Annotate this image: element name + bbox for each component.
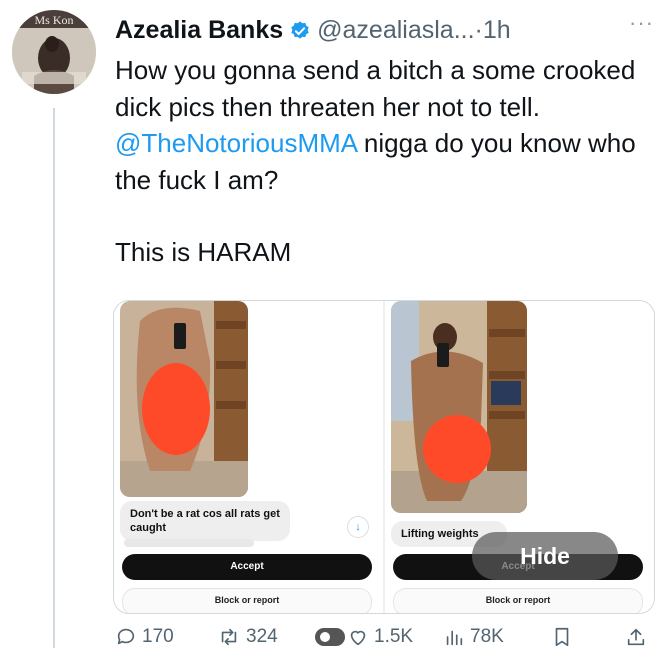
share-button[interactable] [625, 622, 652, 652]
repost-button[interactable]: 324 [217, 622, 278, 652]
share-icon [627, 628, 645, 646]
media-container[interactable]: Don't be a rat cos all rats get caught ↓… [113, 300, 655, 614]
block-report-button-left[interactable]: Block or report [122, 588, 372, 613]
separator-dot: · [474, 16, 483, 44]
tweet-header: Azealia Banks @azealiasla...·1h [115, 12, 655, 48]
like-button[interactable]: 1.5K [315, 622, 413, 652]
avatar[interactable]: Ms Kon [12, 10, 96, 94]
views-button[interactable]: 78K [443, 622, 504, 652]
reply-button[interactable]: 170 [115, 622, 174, 652]
tweet-text-para2: This is HARAM [115, 237, 292, 267]
accept-button-left[interactable]: Accept [122, 554, 372, 580]
block-report-button-right[interactable]: Block or report [393, 588, 643, 613]
more-icon[interactable]: ··· [629, 10, 654, 36]
media-image-left[interactable]: Don't be a rat cos all rats get caught ↓… [114, 301, 383, 613]
tweet-text: How you gonna send a bitch a some crooke… [115, 52, 655, 271]
reply-icon [117, 628, 135, 645]
photo-left [120, 301, 248, 497]
down-arrow-icon[interactable]: ↓ [347, 516, 369, 538]
verified-badge-icon [289, 16, 311, 52]
hide-button[interactable]: Hide [472, 532, 618, 580]
views-count: 78K [470, 626, 504, 647]
repost-count: 324 [246, 626, 278, 647]
input-placeholder-bar [124, 539, 254, 547]
repost-icon [221, 628, 237, 646]
bookmark-button[interactable] [551, 622, 578, 652]
author-name[interactable]: Azealia Banks [115, 16, 283, 44]
photo-right [391, 301, 527, 513]
message-bubble-left: Don't be a rat cos all rats get caught [120, 501, 290, 541]
like-icon [350, 630, 366, 646]
action-bar: 170 324 1.5K 78K [115, 622, 655, 652]
tweet-text-part1: How you gonna send a bitch a some crooke… [115, 55, 636, 122]
bookmark-icon [555, 627, 569, 647]
mention-link[interactable]: @TheNotoriousMMA [115, 128, 357, 158]
timestamp[interactable]: 1h [483, 16, 511, 44]
avatar-logo-text: Ms Kon [34, 13, 73, 27]
reply-count: 170 [142, 626, 174, 647]
toggle-overlay-icon [315, 628, 345, 646]
like-count: 1.5K [374, 626, 414, 647]
author-handle[interactable]: @azealiasla... [317, 16, 474, 44]
views-icon [446, 630, 463, 646]
thread-line [53, 108, 55, 648]
